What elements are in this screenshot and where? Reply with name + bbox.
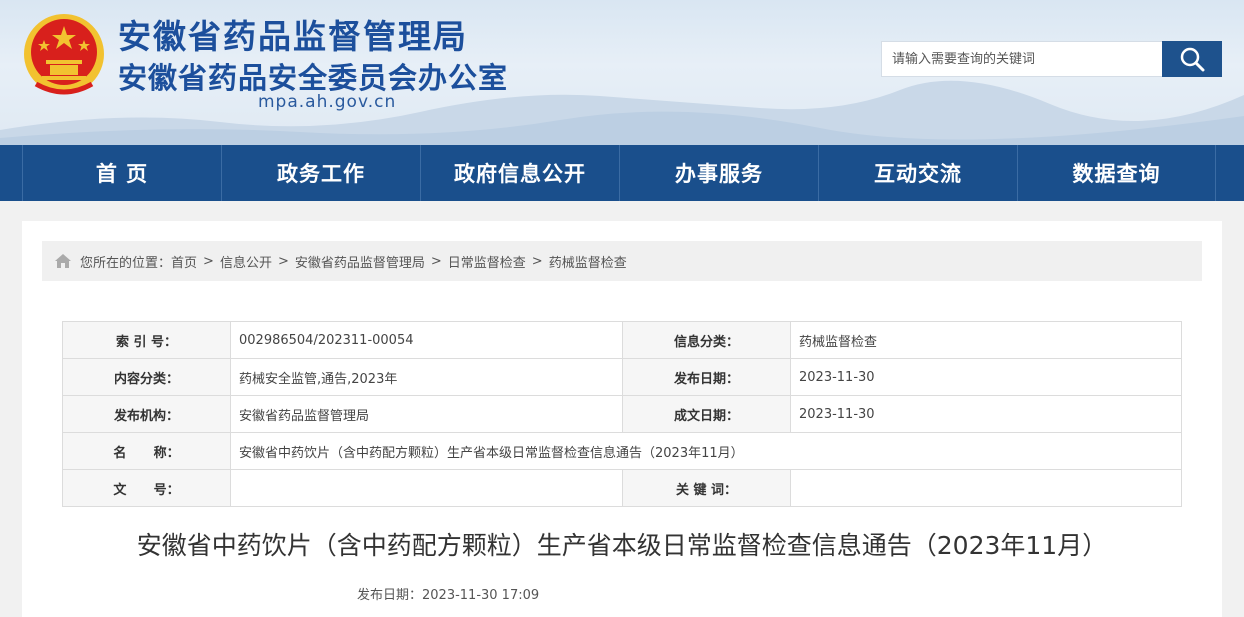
breadcrumb-separator: > [203,253,214,269]
breadcrumb-prefix: 您所在的位置： [80,255,172,271]
site-subtitle: 安徽省药品安全委员会办公室 [118,61,509,95]
search-button[interactable] [1162,41,1222,77]
site-header: 安徽省药品监督管理局 安徽省药品安全委员会办公室 mpa.ah.gov.cn [0,0,1244,145]
content-category-label: 内容分类： [62,358,231,396]
content-category-value: 药械安全监管,通告,2023年 [230,358,623,396]
breadcrumb: 您所在的位置： 首页 > 信息公开 > 安徽省药品监督管理局 > 日常监督检查 … [42,241,1202,281]
table-row: 内容分类： 药械安全监管,通告,2023年 发布日期： 2023-11-30 [62,358,1182,396]
nav-item-home[interactable]: 首 页 [22,145,221,201]
doc-name-value: 安徽省中药饮片（含中药配方颗粒）生产省本级日常监督检查信息通告（2023年11月… [230,432,1182,470]
search-icon [1180,47,1205,72]
article-title: 安徽省中药饮片（含中药配方颗粒）生产省本级日常监督检查信息通告（2023年11月… [136,531,1108,560]
table-row: 发布机构： 安徽省药品监督管理局 成文日期： 2023-11-30 [62,395,1182,433]
doc-name-label: 名 称： [62,432,231,470]
breadcrumb-drug-device-inspection[interactable]: 药械监督检查 [549,252,627,271]
index-value: 002986504/202311-00054 [230,321,623,359]
breadcrumb-home[interactable]: 首页 [171,252,197,271]
doc-number-label: 文 号： [62,469,231,507]
category-label: 信息分类： [622,321,791,359]
breadcrumb-bureau[interactable]: 安徽省药品监督管理局 [295,252,425,271]
keywords-value [790,469,1182,507]
nav-item-info-disclosure[interactable]: 政府信息公开 [420,145,619,201]
created-date-value: 2023-11-30 [790,395,1182,433]
table-row: 名 称： 安徽省中药饮片（含中药配方颗粒）生产省本级日常监督检查信息通告（202… [62,432,1182,470]
keywords-label: 关 键 词： [622,469,791,507]
content-panel: 您所在的位置： 首页 > 信息公开 > 安徽省药品监督管理局 > 日常监督检查 … [22,221,1222,617]
site-title: 安徽省药品监督管理局 [118,17,468,56]
breadcrumb-separator: > [430,253,442,269]
table-row: 索 引 号： 002986504/202311-00054 信息分类： 药械监督… [62,321,1182,359]
breadcrumb-info-disclosure[interactable]: 信息公开 [220,252,272,271]
index-label: 索 引 号： [62,321,231,359]
nav-item-data-query[interactable]: 数据查询 [1017,145,1216,201]
search-input[interactable] [881,41,1162,77]
breadcrumb-daily-inspection[interactable]: 日常监督检查 [448,252,526,271]
publish-date-label: 发布日期： [622,358,791,396]
publish-date-value: 2023-11-30 [790,358,1182,396]
main-nav: 首 页 政务工作 政府信息公开 办事服务 互动交流 数据查询 [0,145,1244,201]
nav-item-interaction[interactable]: 互动交流 [818,145,1017,201]
article-publish-date: 发布日期：2023-11-30 17:09 [357,588,540,603]
document-meta-table: 索 引 号： 002986504/202311-00054 信息分类： 药械监督… [62,321,1182,507]
table-row: 文 号： 关 键 词： [62,469,1182,507]
issuing-org-value: 安徽省药品监督管理局 [230,395,623,433]
category-value: 药械监督检查 [790,321,1182,359]
site-domain: mpa.ah.gov.cn [258,92,397,112]
nav-item-services[interactable]: 办事服务 [619,145,818,201]
nav-item-government-affairs[interactable]: 政务工作 [221,145,420,201]
search-box [881,41,1222,77]
home-icon [54,253,72,269]
doc-number-value [230,469,623,507]
breadcrumb-separator: > [277,253,289,269]
national-emblem-icon [24,14,104,95]
issuing-org-label: 发布机构： [62,395,231,433]
created-date-label: 成文日期： [622,395,791,433]
breadcrumb-separator: > [531,253,543,269]
